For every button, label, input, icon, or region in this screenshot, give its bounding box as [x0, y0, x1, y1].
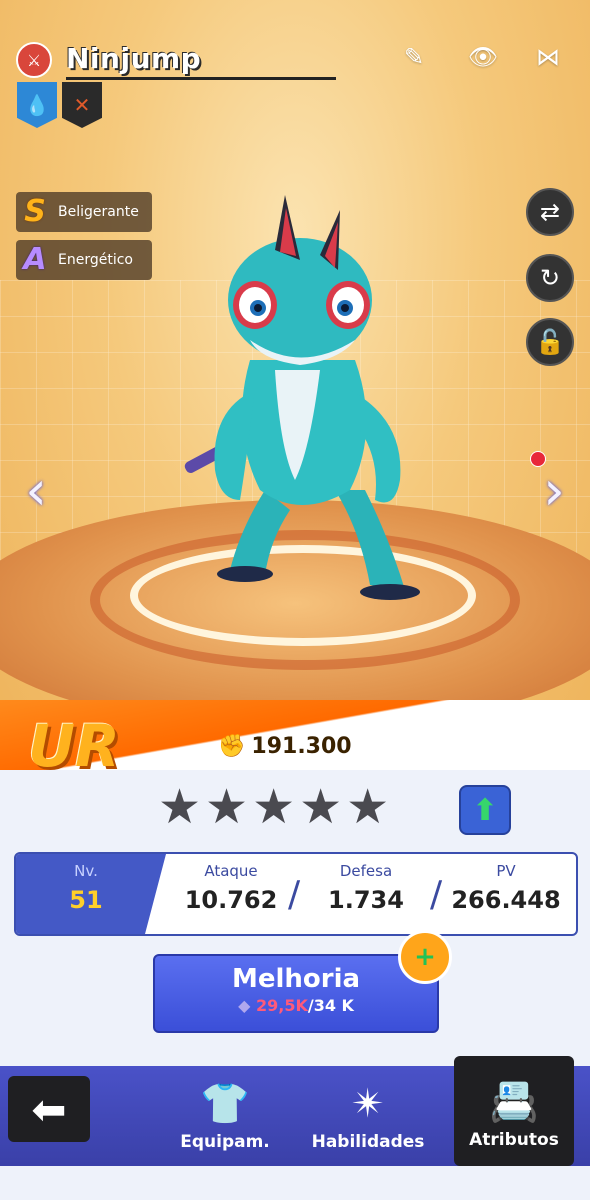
back-arrow-icon: ⬅	[31, 1084, 67, 1134]
separator: /	[288, 874, 301, 915]
name-underline	[66, 77, 336, 80]
hp-label: PV	[496, 862, 516, 880]
creature-model[interactable]	[170, 190, 430, 610]
combat-power: ✊ 191.300	[218, 734, 352, 759]
tab-equipment[interactable]: 👕 Equipam.	[165, 1076, 285, 1166]
star-icon: ★	[346, 779, 390, 835]
trait-grade: S	[24, 194, 46, 229]
cost-need: /34 K	[307, 996, 354, 1015]
star-rating: ★ ★ ★ ★ ★	[158, 783, 389, 831]
trait-belligerent[interactable]: S Beligerante	[16, 192, 152, 232]
trait-grade: A	[23, 242, 47, 277]
rotate-icon[interactable]: ↻	[526, 254, 574, 302]
star-icon: ★	[299, 779, 343, 835]
attack-label: Ataque	[204, 862, 258, 880]
add-material-icon[interactable]: +	[398, 930, 452, 984]
star-icon: ★	[158, 779, 202, 835]
star-icon: ★	[252, 779, 296, 835]
sword-icon: ⚔	[16, 42, 52, 78]
power-value: 191.300	[251, 734, 352, 759]
notification-dot	[530, 451, 546, 467]
level-stat: Nv. 51	[56, 862, 116, 914]
hp-value: 266.448	[451, 886, 561, 914]
trait-label: Energético	[58, 252, 133, 268]
stats-bar: Nv. 51 Ataque 10.762 / Defesa 1.734 / PV…	[14, 852, 578, 936]
edit-icon[interactable]: ✎	[397, 40, 431, 74]
star-icon: ★	[205, 779, 249, 835]
tab-skills[interactable]: ✴ Habilidades	[308, 1076, 428, 1166]
fist-icon: ✊	[218, 734, 246, 759]
star-upgrade-button[interactable]: ⬆	[459, 785, 511, 835]
swap-icon[interactable]: ⇄	[526, 188, 574, 236]
level-value: 51	[69, 886, 103, 914]
shirt-icon: 👕	[200, 1081, 250, 1127]
attack-stat: Ataque 10.762	[176, 862, 286, 914]
nav-footer	[0, 1166, 590, 1200]
previous-arrow-icon[interactable]: ‹	[16, 456, 56, 524]
improve-cost: ◆ 29,5K/34 K	[155, 996, 437, 1015]
up-arrow-icon: ⬆	[472, 792, 498, 828]
skills-icon: ✴	[351, 1081, 385, 1127]
separator: /	[430, 874, 443, 915]
tab-label: Habilidades	[311, 1132, 425, 1152]
level-label: Nv.	[74, 862, 98, 880]
trait-label: Beligerante	[58, 204, 139, 220]
share-icon[interactable]: ⋈	[531, 40, 565, 74]
cards-icon: 📇	[489, 1079, 539, 1125]
defense-value: 1.734	[328, 886, 404, 914]
improve-button[interactable]: Melhoria ◆ 29,5K/34 K	[153, 954, 439, 1033]
cost-have: 29,5K	[255, 996, 308, 1015]
lock-icon[interactable]: 🔓	[526, 318, 574, 366]
crystal-icon: ◆	[238, 996, 251, 1015]
tab-attributes[interactable]: 📇 Atributos	[454, 1056, 574, 1166]
trait-energetic[interactable]: A Energético	[16, 240, 152, 280]
attack-value: 10.762	[184, 886, 278, 914]
hp-stat: PV 266.448	[446, 862, 566, 914]
tab-label: Equipam.	[180, 1132, 270, 1152]
tab-label: Atributos	[469, 1130, 559, 1150]
improve-label: Melhoria	[231, 964, 361, 994]
defense-label: Defesa	[339, 862, 393, 880]
defense-stat: Defesa 1.734	[311, 862, 421, 914]
back-button[interactable]: ⬅	[8, 1076, 90, 1142]
pokemon-name: Ninjump	[66, 42, 202, 75]
eye-icon[interactable]: 👁	[466, 40, 500, 74]
